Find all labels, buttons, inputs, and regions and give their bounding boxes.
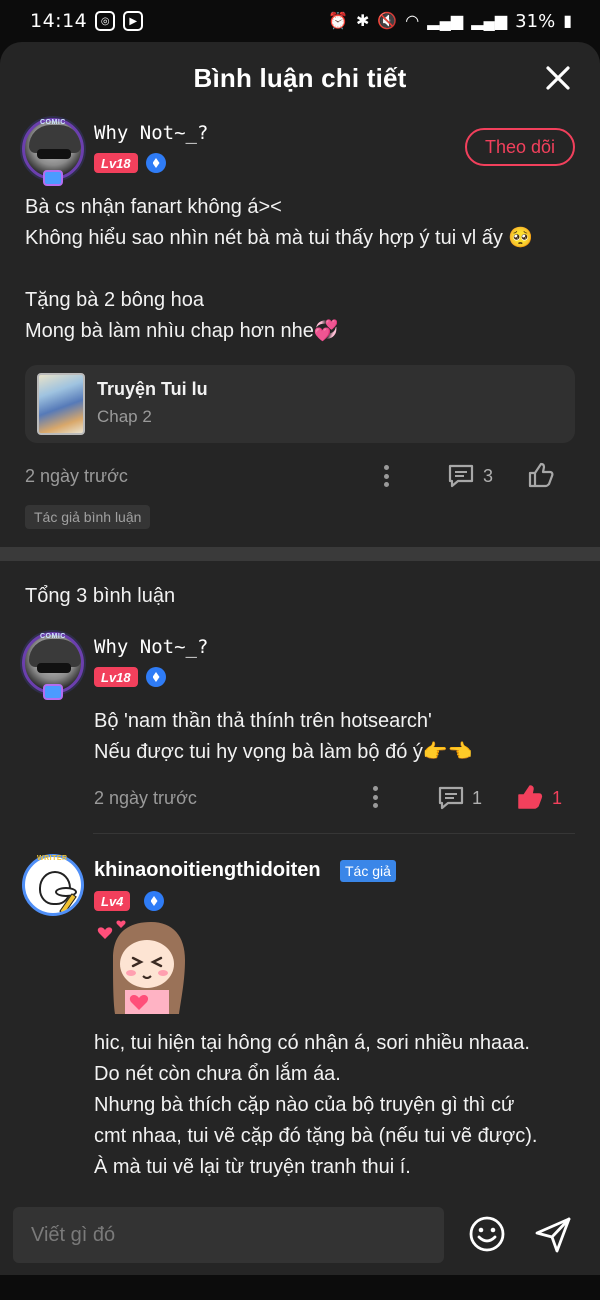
author-username[interactable]: khinaonoitiengthidoiten <box>94 859 321 882</box>
username[interactable]: Why Not~_? <box>94 122 208 144</box>
send-icon[interactable] <box>533 1215 573 1255</box>
wifi-icon: ◠ <box>405 13 420 30</box>
mute-icon: 🔇 <box>377 13 398 30</box>
story-chapter: Chap 2 <box>97 407 152 426</box>
level-badge: Lv4 <box>94 891 131 911</box>
like-icon-active[interactable] <box>516 783 544 811</box>
avatar-frame-badge <box>43 170 63 186</box>
reply-count: 1 <box>472 788 483 808</box>
author-reply-text: hic, tui hiện tại hông có nhận á, sori n… <box>94 1032 538 1178</box>
verified-icon <box>144 891 164 911</box>
verified-icon <box>146 153 166 173</box>
status-bar: 14:14 ◎ ▶ ⏰ ✱ 🔇 ◠ ▂▄▆ ▂▄▆ 31% ▮ <box>0 0 600 42</box>
emoji-icon[interactable] <box>468 1215 506 1253</box>
avatar-glasses <box>37 663 71 673</box>
avatar-frame-label: COMIC <box>40 633 66 640</box>
like-count: 1 <box>552 788 563 808</box>
reply-time: 2 ngày trước <box>94 788 197 808</box>
story-card[interactable]: Truyện Tui lu Chap 2 <box>25 365 575 443</box>
reply-username[interactable]: Why Not~_? <box>94 636 208 658</box>
comment-text: Bà cs nhận fanart không á>< Không hiểu s… <box>25 196 534 342</box>
comment-icon[interactable] <box>447 462 475 490</box>
signal-icon: ▂▄▆ <box>427 13 464 30</box>
sticker-image <box>97 920 185 1014</box>
story-cover-image <box>37 373 85 435</box>
comment-input[interactable]: Viết gì đó <box>13 1207 444 1263</box>
more-icon[interactable] <box>370 784 380 810</box>
level-badge: Lv18 <box>94 153 138 173</box>
page-title: Bình luận chi tiết <box>193 62 407 93</box>
battery-icon: ▮ <box>563 13 572 30</box>
avatar-frame-badge <box>43 684 63 700</box>
avatar-glasses <box>37 149 71 159</box>
status-time: 14:14 <box>30 10 88 32</box>
more-icon[interactable] <box>381 463 391 489</box>
author-commented-tag: Tác giả bình luận <box>25 505 151 529</box>
status-right: ⏰ ✱ 🔇 ◠ ▂▄▆ ▂▄▆ 31% ▮ <box>328 11 572 32</box>
author-avatar[interactable] <box>22 854 84 916</box>
sheet-header: Bình luận chi tiết <box>0 42 600 114</box>
comment-detail-sheet: Bình luận chi tiết COMIC Why Not~_? Lv18… <box>0 42 600 1300</box>
total-comments-title: Tổng 3 bình luận <box>25 585 176 607</box>
status-left: 14:14 ◎ ▶ <box>30 10 144 32</box>
like-icon[interactable] <box>527 461 555 489</box>
comment-icon[interactable] <box>437 784 465 812</box>
alarm-icon: ⏰ <box>328 13 348 30</box>
avatar-frame-label: WRITER <box>37 855 68 862</box>
level-badge: Lv18 <box>94 667 138 687</box>
avatar-frame-label: COMIC <box>40 119 66 126</box>
bluetooth-icon: ✱ <box>355 13 370 30</box>
reply-count: 3 <box>483 466 494 486</box>
reply-text: Bộ 'nam thần thả thính trên hotsearch' N… <box>94 710 473 763</box>
author-tag: Tác giả <box>340 860 396 882</box>
instagram-icon: ◎ <box>95 11 116 31</box>
reply-separator <box>93 833 575 834</box>
follow-button[interactable]: Theo dõi <box>465 128 575 166</box>
signal-icon-2: ▂▄▆ <box>471 13 508 30</box>
comment-time: 2 ngày trước <box>25 466 128 486</box>
media-icon: ▶ <box>123 11 144 31</box>
story-title: Truyện Tui lu <box>97 379 208 399</box>
close-icon[interactable] <box>542 62 574 94</box>
battery-level: 31% <box>515 10 556 32</box>
verified-icon <box>146 667 166 687</box>
section-divider <box>0 547 600 561</box>
home-indicator <box>0 1275 600 1300</box>
